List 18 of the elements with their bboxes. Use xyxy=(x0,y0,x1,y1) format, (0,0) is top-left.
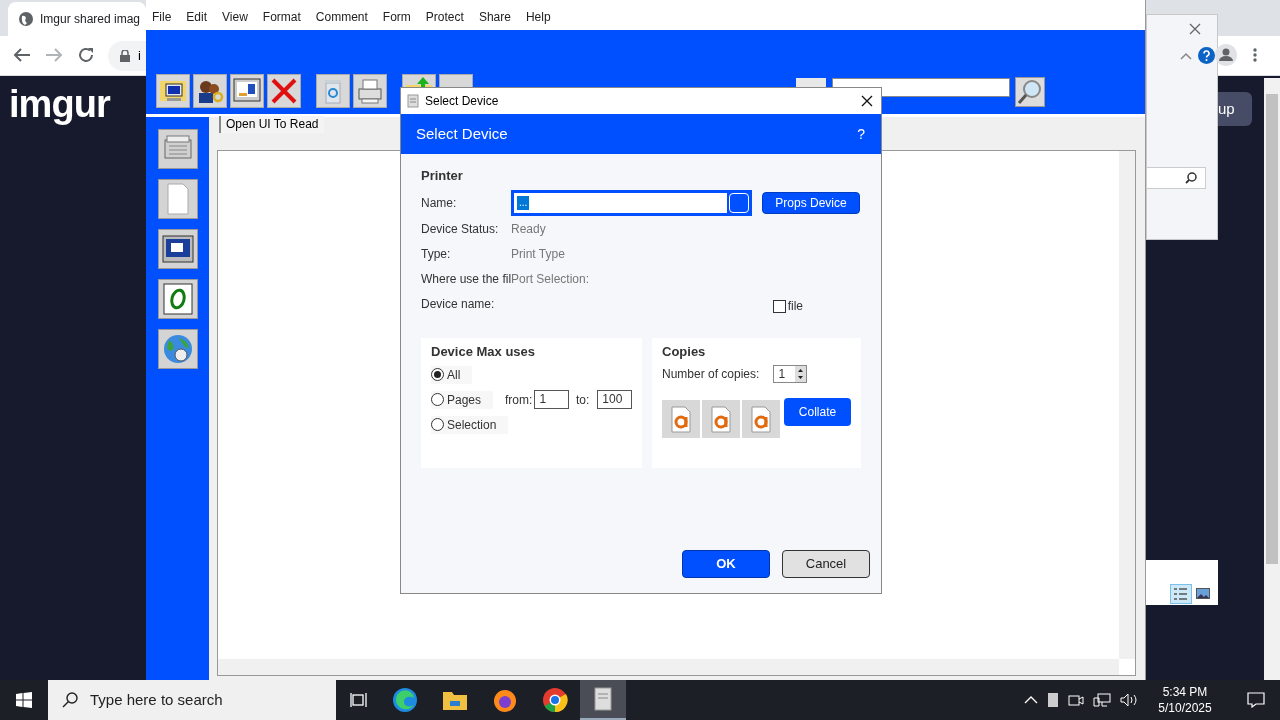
section-title: Printer xyxy=(421,167,464,184)
field-label: Name: xyxy=(421,195,458,212)
field-value: Print Type xyxy=(511,245,565,263)
group-title: Device Max uses xyxy=(431,343,537,361)
selected-text: ... xyxy=(517,196,530,210)
dialog-header: Select Device xyxy=(416,123,508,144)
dialog-title: Select Device xyxy=(425,93,500,110)
field-value: Port Selection: xyxy=(511,270,590,288)
field-label: to: xyxy=(576,391,590,409)
field-label: from: xyxy=(505,391,533,409)
group-title: Copies xyxy=(662,343,707,361)
field-value: Ready xyxy=(511,220,546,238)
field-label: Device name: xyxy=(421,295,496,313)
checkbox-label: file xyxy=(787,298,803,315)
field-label: Type: xyxy=(421,245,452,263)
field-label: Device Status: xyxy=(421,220,500,238)
field-label: Number of copies: xyxy=(662,366,760,383)
field-label: Where use the fil xyxy=(421,270,511,288)
